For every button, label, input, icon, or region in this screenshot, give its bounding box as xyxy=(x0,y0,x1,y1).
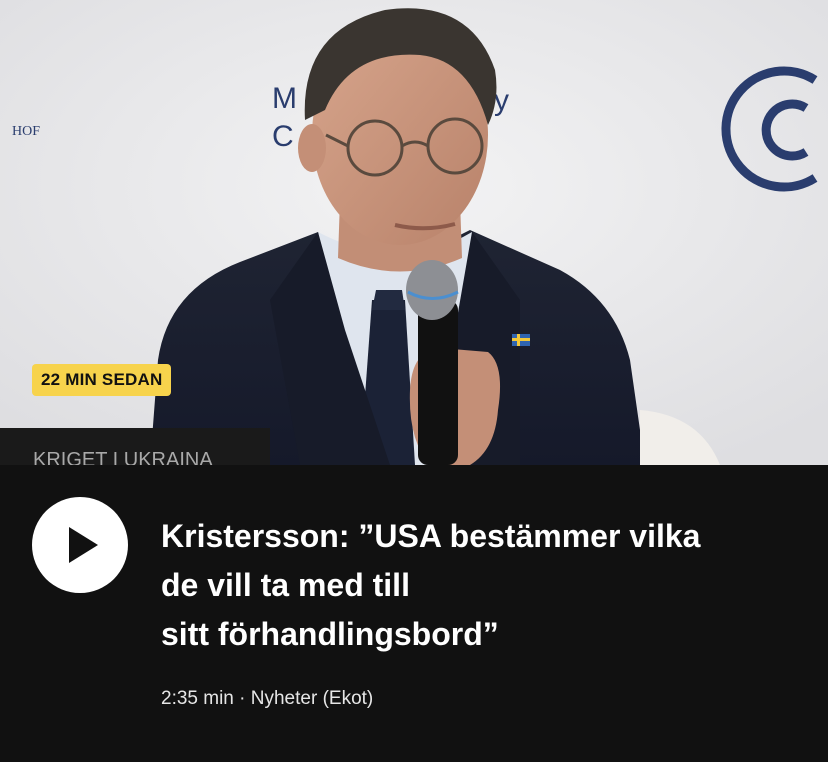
headline-line-2: de vill ta med till xyxy=(161,567,410,603)
headline-line-1: Kristersson: ”USA bestämmer vilka xyxy=(161,518,701,554)
article-photo[interactable]: HOF M y C 22 MIN SEDAN KRIGET I UKRAINA xyxy=(0,0,828,465)
category-tab[interactable]: KRIGET I UKRAINA xyxy=(0,428,270,465)
headline-line-3: sitt förhandlingsbord” xyxy=(161,616,499,652)
time-badge: 22 MIN SEDAN xyxy=(32,364,172,396)
backdrop-text-hof: HOF xyxy=(12,124,40,139)
play-button[interactable] xyxy=(32,497,128,593)
article-headline[interactable]: Kristersson: ”USA bestämmer vilka de vil… xyxy=(161,512,811,659)
play-icon xyxy=(69,527,98,563)
category-label: KRIGET I UKRAINA xyxy=(33,449,213,465)
article-meta: 2:35 min · Nyheter (Ekot) xyxy=(161,688,374,709)
backdrop-text-c: C xyxy=(272,120,294,153)
backdrop-text-m: M xyxy=(272,82,297,115)
